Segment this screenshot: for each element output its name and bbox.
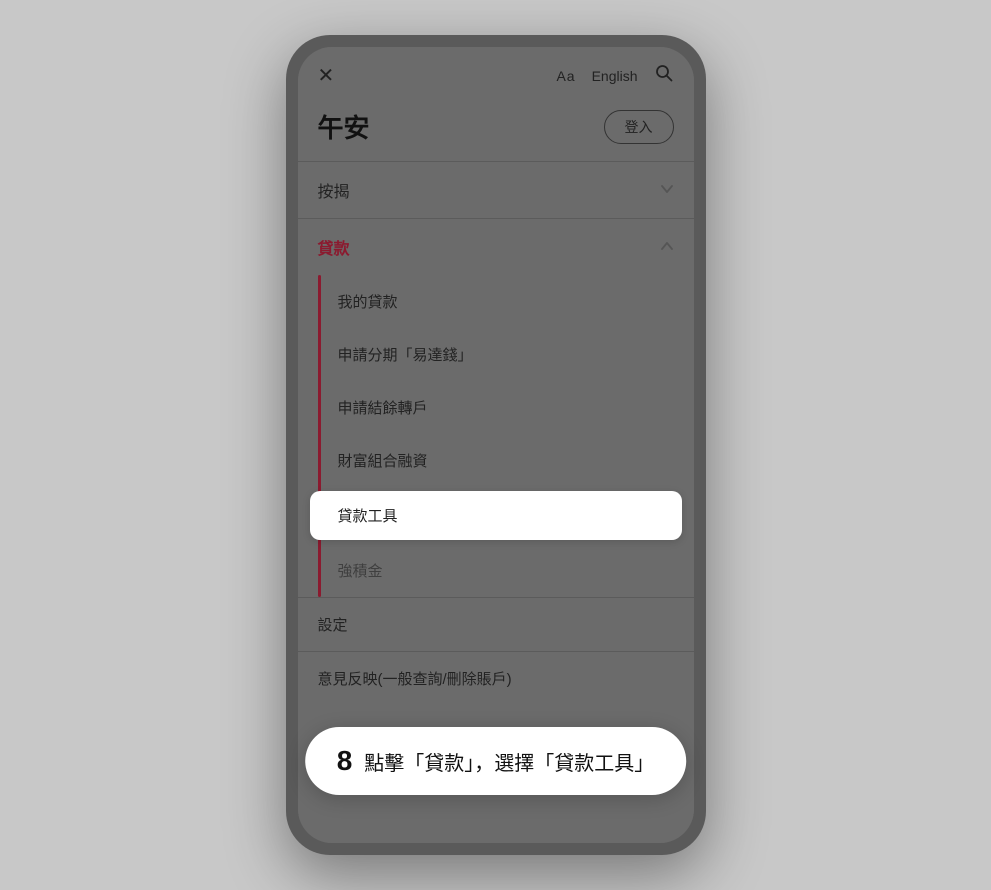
search-icon[interactable] [654, 63, 674, 88]
greeting-text: 午安 [318, 108, 370, 145]
submenu-item-我的貸款[interactable]: 我的貸款 [298, 275, 694, 328]
close-icon[interactable]: ✕ [318, 63, 335, 88]
submenu-item-申請結餘轉戶[interactable]: 申請結餘轉戶 [298, 381, 694, 434]
chevron-up-icon-貸款 [660, 239, 674, 256]
nav-bar: ✕ Aa English [298, 47, 694, 100]
instruction-bubble: 8 點擊「貸款」，選擇「貸款工具」 [305, 727, 687, 795]
submenu-item-強積金[interactable]: 強積金 [298, 544, 694, 597]
chevron-down-icon-按揭 [660, 182, 674, 199]
step-text: 點擊「貸款」，選擇「貸款工具」 [364, 747, 654, 776]
section-header-貸款[interactable]: 貸款 [298, 218, 694, 275]
submenu-item-貸款工具[interactable]: 貸款工具 [310, 491, 682, 540]
submenu-item-財富組合融資[interactable]: 財富組合融資 [298, 434, 694, 487]
greeting-row: 午安 登入 [298, 100, 694, 161]
section-header-按揭[interactable]: 按揭 [298, 161, 694, 218]
submenu-item-易達錢[interactable]: 申請分期「易達錢」 [298, 328, 694, 381]
login-button[interactable]: 登入 [604, 110, 674, 144]
menu-item-意見反映[interactable]: 意見反映(一般查詢/刪除賬戶) [298, 651, 694, 705]
language-button[interactable]: English [592, 68, 638, 84]
section-label-按揭: 按揭 [318, 178, 350, 202]
submenu-貸款: 我的貸款 申請分期「易達錢」 申請結餘轉戶 財富組合融資 貸款工具 強積金 [298, 275, 694, 597]
section-label-貸款: 貸款 [318, 235, 350, 259]
font-size-button[interactable]: Aa [556, 68, 575, 84]
menu-item-設定[interactable]: 設定 [298, 597, 694, 651]
step-number: 8 [337, 745, 353, 777]
